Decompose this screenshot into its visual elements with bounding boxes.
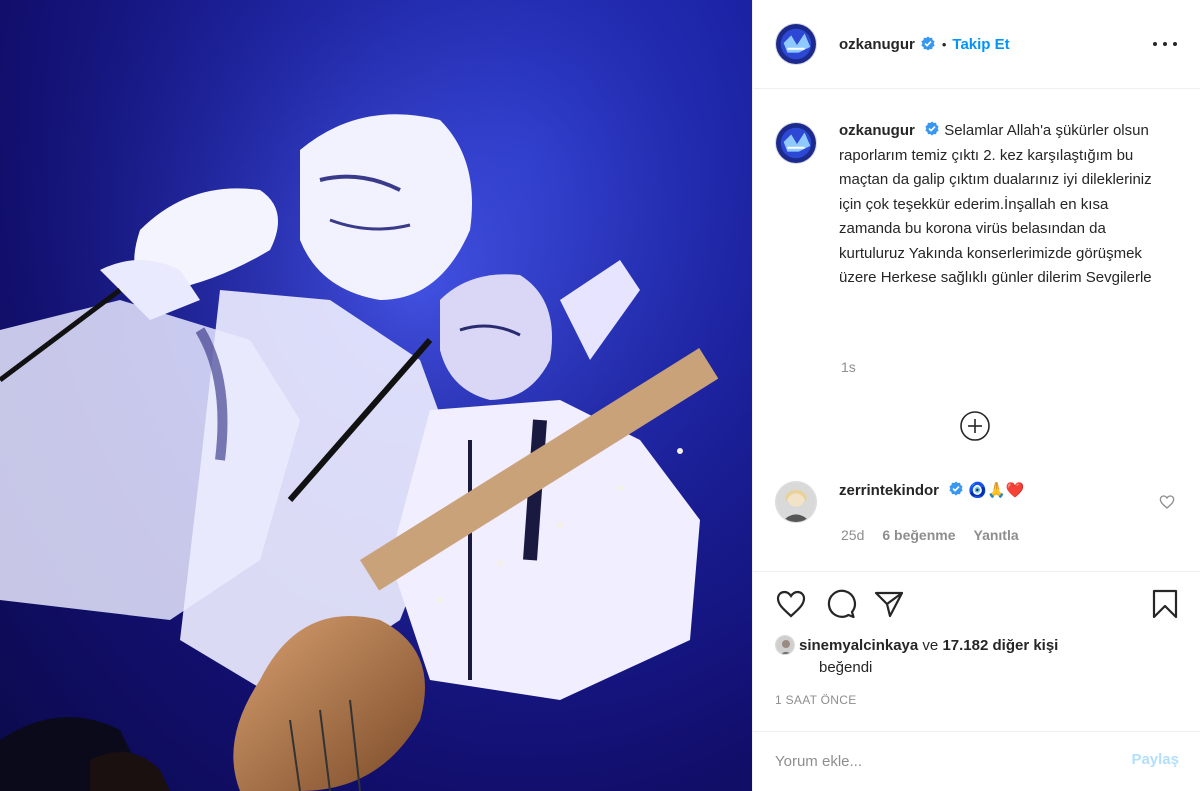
more-dot-3 — [1173, 42, 1177, 46]
verified-badge-icon — [921, 36, 935, 51]
add-comment-bar: Paylaş — [753, 731, 1200, 791]
post-actions: sinemyalcinkaya ve 17.182 diğer kişi beğ… — [753, 571, 1200, 731]
more-options-icon[interactable] — [1153, 34, 1177, 54]
caption-text: Selamlar Allah'a şükürler olsun raporlar… — [839, 122, 1152, 286]
likes-others[interactable]: 17.182 diğer kişi — [942, 637, 1058, 654]
comment-text-block: zerrintekindor 🧿🙏❤️ — [839, 481, 1024, 523]
comment-input[interactable] — [775, 750, 1095, 772]
share-paper-plane-icon[interactable] — [873, 588, 905, 620]
likes-text: sinemyalcinkaya ve 17.182 diğer kişi — [799, 634, 1058, 658]
post-side-panel: ozkanugur • Takip Et ozkanugur Selamlar … — [752, 0, 1200, 791]
liker-avatar[interactable] — [775, 635, 795, 655]
comment-likes-count[interactable]: 6 beğenme — [882, 527, 955, 543]
verified-badge-icon — [949, 481, 963, 496]
save-bookmark-icon[interactable] — [1149, 588, 1181, 620]
verified-badge-icon — [925, 121, 939, 136]
caption-age[interactable]: 1s — [841, 359, 856, 375]
post-modal: ozkanugur • Takip Et ozkanugur Selamlar … — [0, 0, 1200, 791]
like-heart-icon[interactable] — [775, 588, 807, 620]
comment-author[interactable]: zerrintekindor — [839, 482, 939, 499]
author-avatar[interactable] — [775, 23, 817, 65]
comment-like-heart-icon[interactable] — [1159, 494, 1175, 510]
post-timestamp[interactable]: 1 SAAT ÖNCE — [775, 693, 857, 707]
comment-meta: 25d 6 beğenme Yanıtla — [841, 527, 1019, 543]
likes-connector: ve — [922, 637, 939, 654]
caption-text-block: ozkanugur Selamlar Allah'a şükürler olsu… — [839, 119, 1169, 291]
commenter-avatar[interactable] — [775, 481, 817, 523]
caption-author[interactable]: ozkanugur — [839, 122, 915, 139]
caption: ozkanugur Selamlar Allah'a şükürler olsu… — [775, 119, 1169, 291]
comments-section: ozkanugur Selamlar Allah'a şükürler olsu… — [753, 89, 1200, 571]
separator-dot: • — [941, 36, 947, 52]
comment-item: zerrintekindor 🧿🙏❤️ — [775, 481, 1179, 523]
likes-summary: sinemyalcinkaya ve 17.182 diğer kişi — [775, 634, 1058, 658]
caption-author-avatar[interactable] — [775, 122, 817, 164]
comment-bubble-icon[interactable] — [825, 588, 857, 620]
comment-text: 🧿🙏❤️ — [968, 482, 1025, 499]
more-dot-1 — [1153, 42, 1157, 46]
post-image[interactable] — [0, 0, 752, 791]
likes-suffix: beğendi — [819, 659, 873, 676]
author-username[interactable]: ozkanugur — [839, 36, 915, 53]
reply-button[interactable]: Yanıtla — [974, 527, 1019, 543]
liker-username[interactable]: sinemyalcinkaya — [799, 637, 918, 654]
post-header: ozkanugur • Takip Et — [753, 0, 1200, 89]
post-comment-button[interactable]: Paylaş — [1131, 751, 1179, 768]
follow-button[interactable]: Takip Et — [952, 36, 1009, 53]
load-more-comments-icon[interactable] — [959, 410, 991, 442]
concert-photo-illustration — [0, 0, 752, 791]
more-dot-2 — [1163, 42, 1167, 46]
comment-age[interactable]: 25d — [841, 527, 864, 543]
